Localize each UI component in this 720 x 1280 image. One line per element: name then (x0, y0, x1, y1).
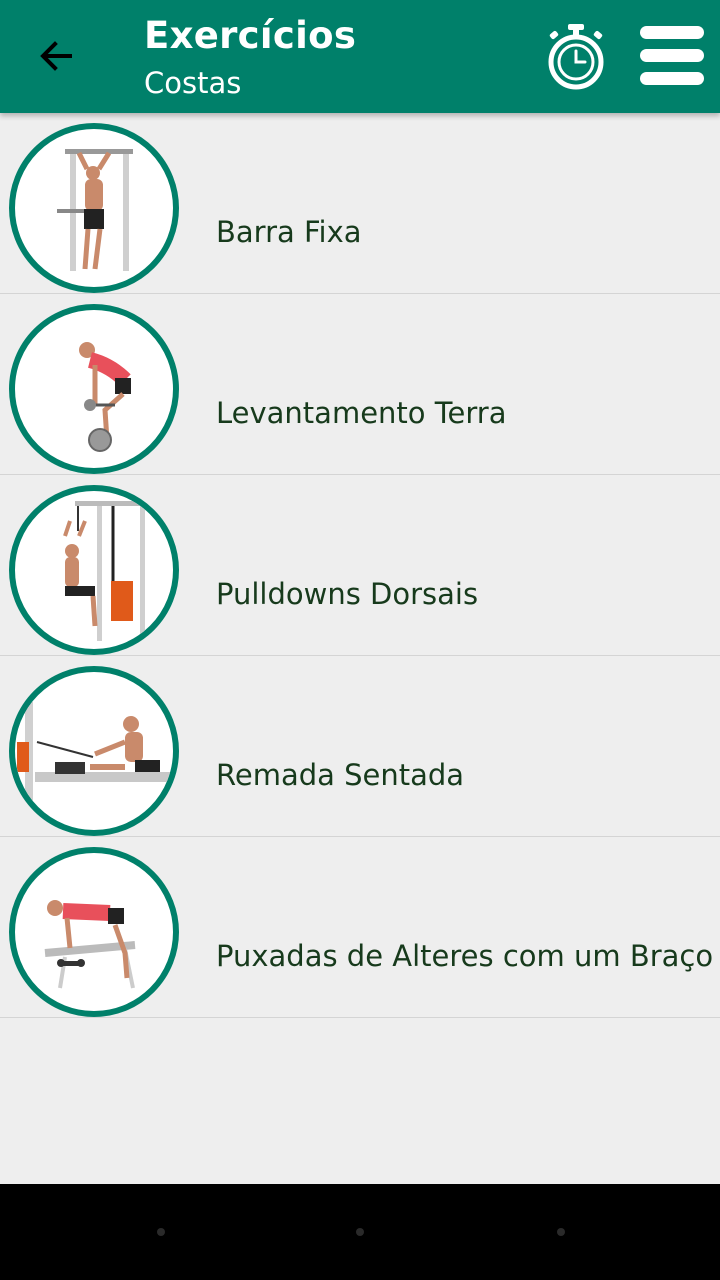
exercise-list: Barra Fixa Levantamento Terra Pulldowns … (0, 113, 720, 1018)
timer-button[interactable] (544, 22, 608, 90)
arrow-left-icon (40, 41, 72, 71)
exercise-label: Remada Sentada (216, 758, 465, 792)
exercise-item[interactable]: Pulldowns Dorsais (0, 475, 720, 656)
exercise-label: Barra Fixa (216, 215, 362, 249)
stopwatch-icon (548, 24, 604, 90)
exercise-item[interactable]: Levantamento Terra (0, 294, 720, 475)
page-subtitle: Costas (144, 66, 242, 100)
deadlift-image (9, 304, 179, 474)
one-arm-dumbbell-row-image (9, 847, 179, 1017)
system-nav-bar (0, 1184, 720, 1280)
exercise-label: Pulldowns Dorsais (216, 577, 479, 611)
seated-row-image (9, 666, 179, 836)
app-bar: Exercícios Costas (0, 0, 720, 113)
exercise-item[interactable]: Remada Sentada (0, 656, 720, 837)
exercise-label: Levantamento Terra (216, 396, 507, 430)
menu-button[interactable] (638, 24, 706, 88)
hamburger-menu-icon (640, 26, 704, 85)
nav-recents-dot[interactable] (557, 1228, 565, 1236)
nav-back-dot[interactable] (157, 1228, 165, 1236)
page-title: Exercícios (144, 14, 357, 57)
lat-pulldown-image (9, 485, 179, 655)
back-button[interactable] (30, 30, 82, 82)
exercise-item[interactable]: Barra Fixa (0, 113, 720, 294)
exercise-item[interactable]: Puxadas de Alteres com um Braço (0, 837, 720, 1018)
nav-home-dot[interactable] (356, 1228, 364, 1236)
exercise-label: Puxadas de Alteres com um Braço (216, 939, 714, 973)
pull-up-image (9, 123, 179, 293)
